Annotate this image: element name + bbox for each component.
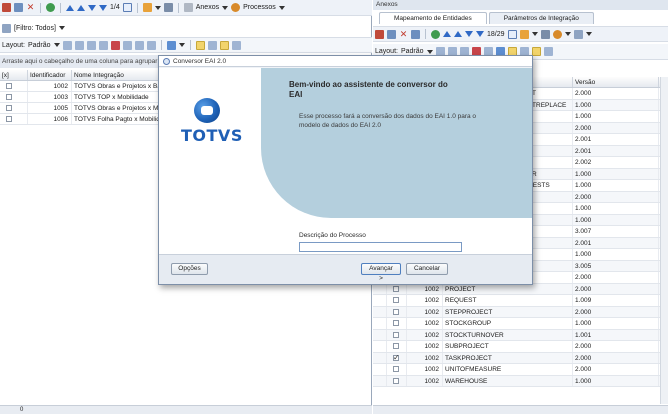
welcome-description: Esse processo fará a conversão dos dados…	[299, 113, 477, 129]
dialog-title: Conversor EAI 2.0	[173, 57, 227, 65]
cancel-button[interactable]: Cancelar	[406, 263, 448, 275]
description-label: Descrição do Processo	[299, 232, 366, 239]
app-icon	[163, 57, 170, 65]
logo-panel: TOTVS	[159, 68, 261, 254]
logo-text: TOTVS	[181, 126, 243, 145]
wizard-content: Bem-vindo ao assistente de conversor do …	[261, 68, 532, 254]
globe-window	[201, 106, 213, 115]
totvs-logo: TOTVS	[181, 98, 243, 148]
welcome-title: Bem-vindo ao assistente de conversor do …	[289, 80, 448, 99]
converter-dialog: Conversor EAI 2.0 TOTVS Bem-vindo ao ass…	[158, 55, 533, 285]
description-input[interactable]	[299, 242, 462, 252]
totvs-globe-icon	[194, 98, 220, 123]
dialog-footer: Opções Avançar > Cancelar	[159, 254, 532, 284]
next-button[interactable]: Avançar >	[361, 263, 401, 282]
options-button[interactable]: Opções	[171, 263, 208, 275]
dialog-titlebar[interactable]: Conversor EAI 2.0	[159, 56, 532, 67]
